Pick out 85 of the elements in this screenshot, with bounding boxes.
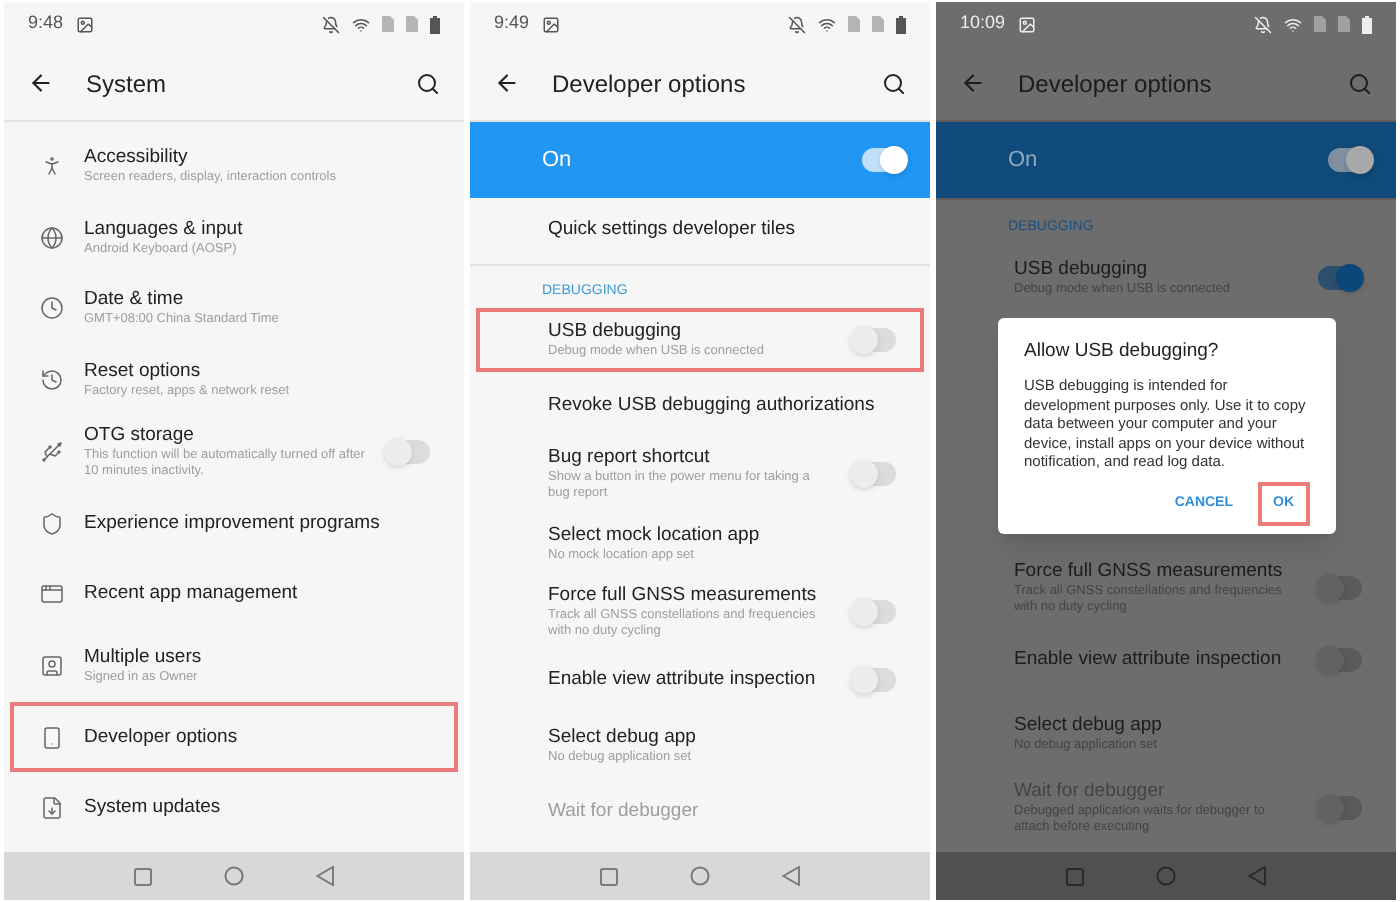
- globe-icon: [40, 225, 64, 249]
- row-title: System updates: [84, 796, 223, 821]
- settings-row[interactable]: Recent app management: [10, 558, 458, 631]
- row-title: USB debugging: [1014, 258, 1150, 282]
- status-time: 10:09: [960, 10, 1006, 37]
- row-title: Force full GNSS measurements: [1014, 559, 1285, 584]
- row-title: Revoke USB debugging authorizations: [548, 393, 877, 418]
- master-switch-label: On: [1008, 145, 1040, 176]
- shield-icon: [40, 511, 64, 536]
- download-icon: [40, 796, 64, 821]
- battery-icon: [430, 15, 440, 33]
- toggle-switch[interactable]: [852, 668, 896, 693]
- wifi-icon: [818, 15, 836, 33]
- settings-row[interactable]: Revoke USB debugging authorizations: [476, 372, 924, 439]
- master-switch-label: On: [542, 145, 574, 176]
- image-icon: [1017, 15, 1036, 33]
- row-title: Recent app management: [84, 582, 300, 607]
- dialog-title: Allow USB debugging?: [1024, 338, 1221, 366]
- toggle-switch[interactable]: [1318, 575, 1362, 600]
- home-circle-icon[interactable]: [1156, 866, 1176, 886]
- toggle-switch[interactable]: [1328, 148, 1372, 172]
- toggle-switch[interactable]: [386, 439, 430, 464]
- wifi-icon: [352, 15, 370, 33]
- row-title: Developer options: [84, 725, 240, 750]
- recents-square-icon[interactable]: [600, 867, 618, 885]
- search-icon[interactable]: [882, 71, 906, 95]
- battery-icon: [1362, 15, 1372, 33]
- home-circle-icon[interactable]: [690, 866, 710, 886]
- history-icon: [40, 367, 64, 392]
- phone-icon: [40, 725, 64, 750]
- back-triangle-icon[interactable]: [1248, 866, 1266, 886]
- search-icon[interactable]: [416, 71, 440, 95]
- row-title: Accessibility: [84, 145, 190, 170]
- toggle-switch[interactable]: [852, 462, 896, 487]
- back-arrow-icon[interactable]: [494, 70, 520, 96]
- toggle-switch[interactable]: [1318, 648, 1362, 673]
- usb-icon: [40, 439, 64, 464]
- user-icon: [40, 653, 64, 678]
- settings-row[interactable]: Enable view attribute inspection: [476, 647, 924, 714]
- row-title: USB debugging: [548, 320, 684, 344]
- recents-square-icon[interactable]: [134, 867, 152, 885]
- row-title: Select debug app: [1014, 714, 1164, 738]
- wifi-icon: [1284, 15, 1302, 33]
- back-triangle-icon[interactable]: [782, 866, 800, 886]
- settings-row[interactable]: System updates: [10, 772, 458, 845]
- row-title: Force full GNSS measurements: [548, 583, 819, 608]
- row-title: Multiple users: [84, 645, 204, 670]
- toolbar-title: Developer options: [1018, 67, 1214, 101]
- image-icon: [75, 15, 94, 33]
- accessibility-icon: [40, 153, 64, 178]
- row-title: Bug report shortcut: [548, 446, 712, 470]
- settings-row[interactable]: Quick settings developer tiles: [476, 198, 924, 264]
- row-title: Experience improvement programs: [84, 511, 382, 536]
- toolbar-title: System: [86, 67, 169, 101]
- master-switch-bar[interactable]: On: [936, 122, 1396, 198]
- home-circle-icon[interactable]: [224, 866, 244, 886]
- back-arrow-icon[interactable]: [28, 70, 54, 96]
- toggle-switch[interactable]: [852, 328, 896, 353]
- toggle-switch[interactable]: [1318, 266, 1362, 291]
- row-title: Wait for debugger: [548, 799, 701, 824]
- recents-square-icon[interactable]: [1066, 867, 1084, 885]
- toggle-switch[interactable]: [862, 148, 906, 172]
- row-title: OTG storage: [84, 423, 196, 448]
- row-title: Select mock location app: [548, 523, 762, 548]
- row-title: Enable view attribute inspection: [1014, 648, 1284, 673]
- back-triangle-icon[interactable]: [316, 866, 334, 886]
- row-title: Enable view attribute inspection: [548, 668, 818, 693]
- bell-off-icon: [322, 15, 340, 33]
- row-title: Select debug app: [548, 725, 698, 750]
- row-title: Reset options: [84, 359, 203, 384]
- toolbar-title: Developer options: [552, 67, 748, 101]
- settings-row[interactable]: Developer options: [10, 701, 458, 773]
- battery-icon: [896, 15, 906, 33]
- app-window-icon: [40, 582, 64, 607]
- clock-icon: [40, 296, 64, 321]
- row-title: Date & time: [84, 288, 186, 312]
- settings-row[interactable]: Experience improvement programs: [10, 487, 458, 559]
- bell-off-icon: [788, 15, 806, 33]
- row-title: Quick settings developer tiles: [548, 218, 798, 243]
- row-title: Languages & input: [84, 217, 245, 241]
- status-time: 9:48: [28, 10, 64, 37]
- toggle-switch[interactable]: [852, 599, 896, 624]
- bell-off-icon: [1254, 15, 1272, 33]
- image-icon: [541, 15, 560, 33]
- status-time: 9:49: [494, 10, 530, 37]
